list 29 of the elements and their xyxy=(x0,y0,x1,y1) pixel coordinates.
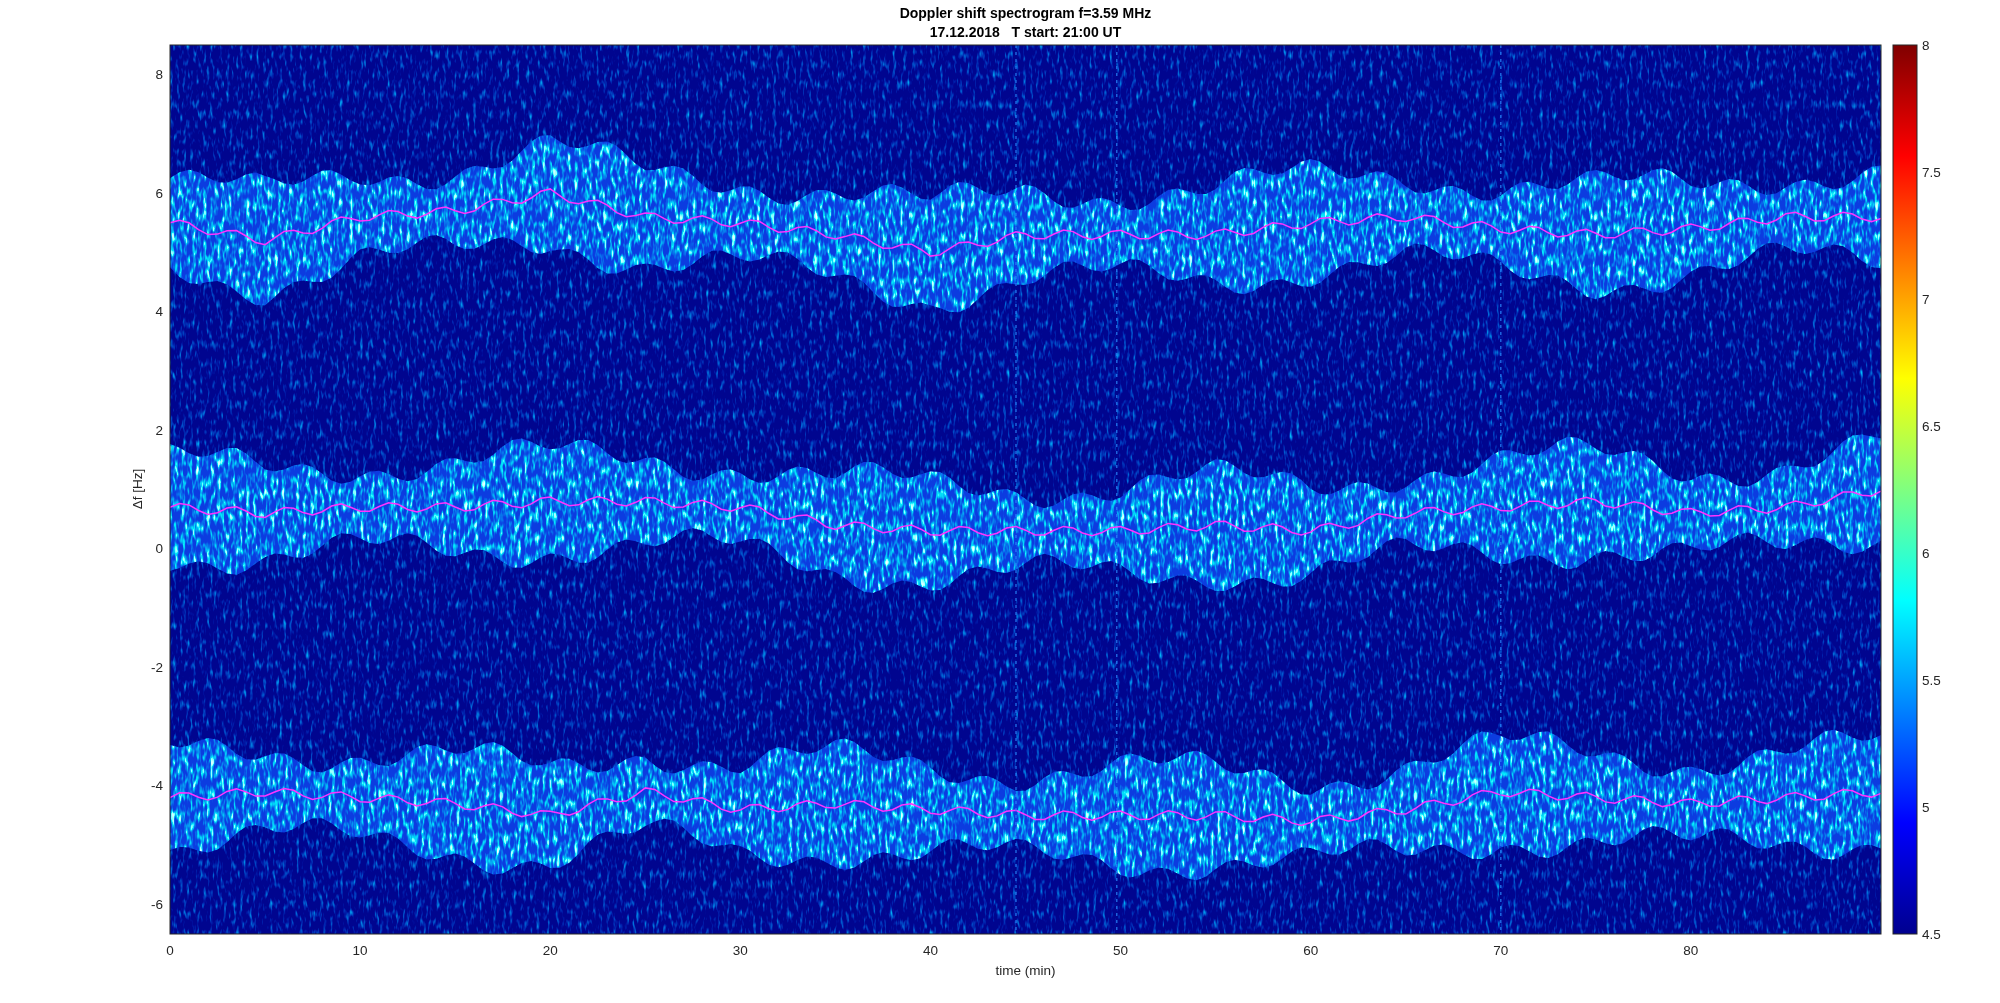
colorbar-tick-label: 6 xyxy=(1922,545,1930,561)
x-tick-label: 60 xyxy=(1303,942,1319,958)
colorbar-tick-label: 6.5 xyxy=(1922,418,1941,434)
x-tick-label: 40 xyxy=(922,942,938,958)
x-tick-label: 70 xyxy=(1493,942,1509,958)
y-tick-label: 4 xyxy=(155,304,163,320)
colorbar-tick-label: 8 xyxy=(1922,37,1930,53)
y-tick-label: -2 xyxy=(151,659,163,675)
y-tick-label: 2 xyxy=(155,422,163,438)
y-tick-label: -6 xyxy=(151,896,163,912)
colorbar-tick-label: 5 xyxy=(1922,799,1930,815)
x-tick-label: 20 xyxy=(542,942,558,958)
y-tick-label: 8 xyxy=(155,67,163,83)
chart-title: 17.12.2018 T start: 21:00 UT xyxy=(929,24,1122,40)
y-axis-label: Δf [Hz] xyxy=(129,468,145,510)
colorbar-tick-label: 7 xyxy=(1922,291,1930,307)
y-tick-label: 0 xyxy=(155,541,163,557)
x-tick-label: 30 xyxy=(732,942,748,958)
x-axis-label: time (min) xyxy=(995,962,1056,978)
y-tick-label: -4 xyxy=(151,778,163,794)
colorbar-tick-label: 5.5 xyxy=(1922,672,1941,688)
chart-title: Doppler shift spectrogram f=3.59 MHz xyxy=(899,5,1152,21)
colorbar-tick-label: 7.5 xyxy=(1922,164,1941,180)
x-tick-label: 0 xyxy=(166,942,174,958)
x-tick-label: 10 xyxy=(352,942,368,958)
x-tick-label: 50 xyxy=(1113,942,1129,958)
x-tick-label: 80 xyxy=(1683,942,1699,958)
colorbar-tick-label: 4.5 xyxy=(1922,926,1941,942)
y-tick-label: 6 xyxy=(155,185,163,201)
